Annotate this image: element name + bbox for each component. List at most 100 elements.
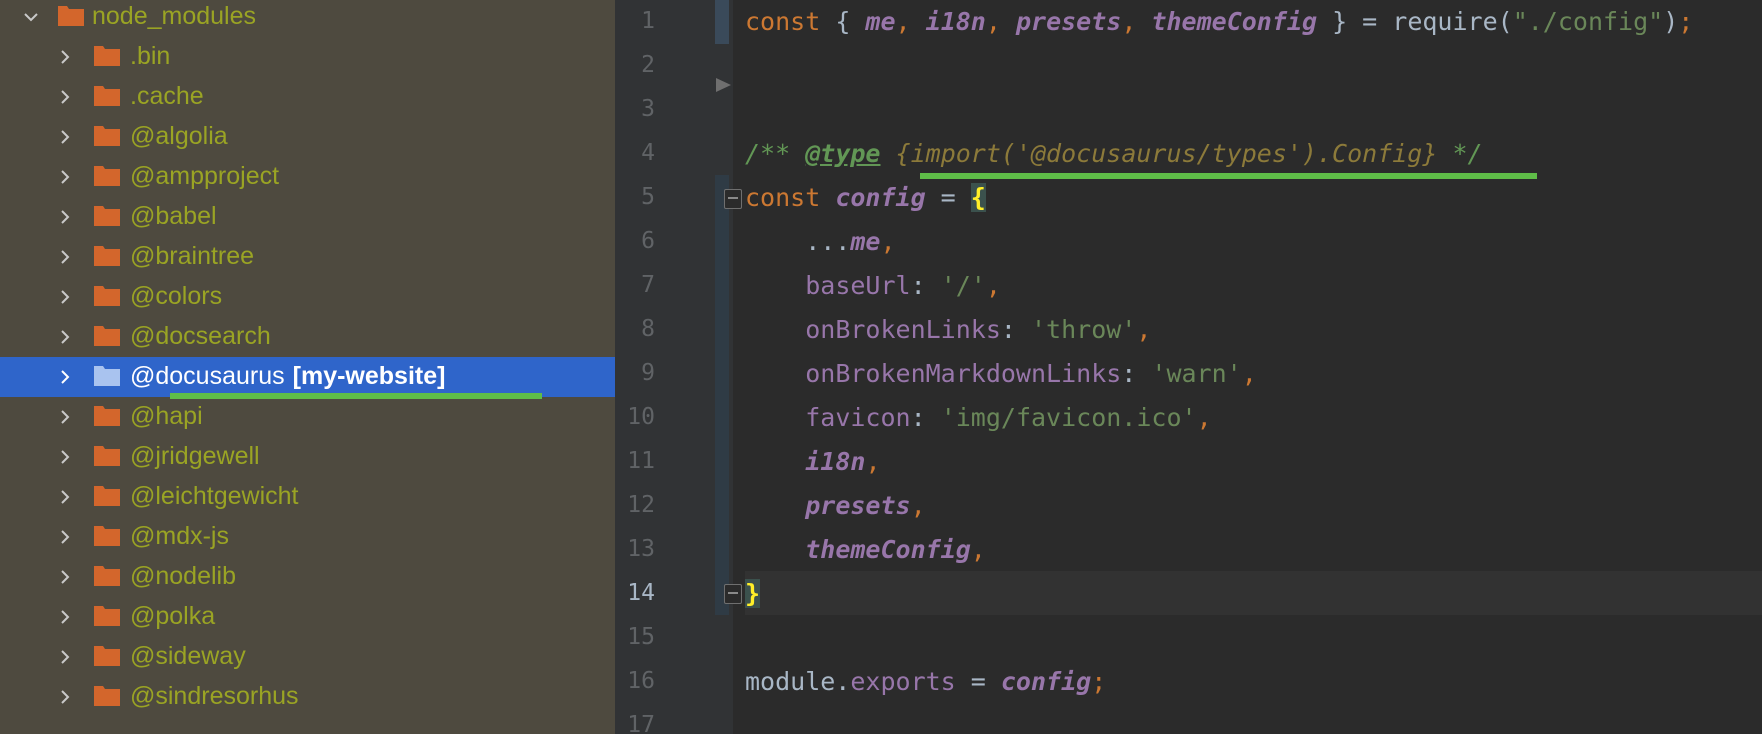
tree-item[interactable]: @polka bbox=[0, 597, 615, 637]
tree-item-name: @braintree bbox=[130, 242, 255, 270]
folder-icon bbox=[94, 46, 120, 66]
tree-item[interactable]: @colors bbox=[0, 277, 615, 317]
line-number: 3 bbox=[641, 96, 655, 122]
chevron-right-icon[interactable] bbox=[56, 688, 74, 706]
line-number: 9 bbox=[641, 360, 655, 386]
tree-item-label: .bin bbox=[130, 40, 170, 72]
line-number: 7 bbox=[641, 272, 655, 298]
tree-item[interactable]: .cache bbox=[0, 77, 615, 117]
folder-icon bbox=[94, 366, 120, 386]
fold-start-icon[interactable] bbox=[724, 189, 742, 209]
chevron-right-icon[interactable] bbox=[56, 568, 74, 586]
folder-icon bbox=[94, 166, 120, 186]
tree-item[interactable]: @sideway bbox=[0, 637, 615, 677]
code-line-8[interactable]: onBrokenLinks: 'throw', bbox=[745, 312, 1151, 348]
chevron-right-icon[interactable] bbox=[56, 328, 74, 346]
tree-item[interactable]: @ampproject bbox=[0, 157, 615, 197]
tree-item[interactable]: @hapi bbox=[0, 397, 615, 437]
folder-icon bbox=[94, 686, 120, 706]
chevron-right-icon[interactable] bbox=[56, 48, 74, 66]
tree-item[interactable]: @sindresorhus bbox=[0, 677, 615, 717]
chevron-right-icon[interactable] bbox=[56, 128, 74, 146]
current-line-highlight bbox=[745, 571, 1762, 615]
line-number: 14 bbox=[627, 580, 655, 606]
emphasis-underline bbox=[920, 173, 1537, 179]
chevron-right-icon[interactable] bbox=[56, 88, 74, 106]
tree-item-label: @jridgewell bbox=[130, 440, 260, 472]
chevron-right-icon[interactable] bbox=[56, 168, 74, 186]
tree-item-label: @docsearch bbox=[130, 320, 271, 352]
code-line-14[interactable]: } bbox=[745, 576, 761, 612]
chevron-right-icon[interactable] bbox=[56, 488, 74, 506]
tree-item-name: @polka bbox=[130, 602, 216, 630]
tree-item-label: @mdx-js bbox=[130, 520, 229, 552]
code-line-11[interactable]: i18n, bbox=[745, 444, 880, 480]
chevron-right-icon[interactable] bbox=[56, 648, 74, 666]
code-editor[interactable]: 1 2 3 4 5 6 7 8 9 10 11 12 13 14 15 16 17 const { me, i1… bbox=[615, 0, 1762, 734]
tree-item[interactable]: @babel bbox=[0, 197, 615, 237]
code-line-9[interactable]: onBrokenMarkdownLinks: 'warn', bbox=[745, 356, 1257, 392]
code-line-4[interactable]: /** @type {import('@docusaurus/types').C… bbox=[745, 136, 1483, 172]
tree-item-name: .cache bbox=[130, 82, 204, 110]
tree-item[interactable]: @nodelib bbox=[0, 557, 615, 597]
code-line-6[interactable]: ...me, bbox=[745, 224, 895, 260]
code-line-5[interactable]: const config = { bbox=[745, 180, 986, 216]
tree-item[interactable]: @jridgewell bbox=[0, 437, 615, 477]
change-marker bbox=[715, 175, 729, 615]
tree-item-name: @algolia bbox=[130, 122, 228, 150]
tree-item-label: .cache bbox=[130, 80, 204, 112]
line-number: 11 bbox=[627, 448, 655, 474]
tree-item[interactable]: @algolia bbox=[0, 117, 615, 157]
tree-item-label: @sideway bbox=[130, 640, 246, 672]
folder-icon bbox=[94, 286, 120, 306]
code-line-12[interactable]: presets, bbox=[745, 488, 925, 524]
line-number: 15 bbox=[627, 624, 655, 650]
line-number: 4 bbox=[641, 140, 655, 166]
line-number: 13 bbox=[627, 536, 655, 562]
tree-item[interactable]: @docusaurus [my-website] bbox=[0, 357, 615, 397]
fold-end-icon[interactable] bbox=[724, 584, 742, 604]
tree-item-name: @hapi bbox=[130, 402, 203, 430]
tree-root-node-modules[interactable]: node_modules bbox=[0, 0, 615, 37]
tree-item-label: @polka bbox=[130, 600, 215, 632]
tree-item[interactable]: .bin bbox=[0, 37, 615, 77]
change-marker bbox=[715, 0, 729, 44]
chevron-right-icon[interactable] bbox=[56, 528, 74, 546]
tree-item[interactable]: @braintree bbox=[0, 237, 615, 277]
line-number: 6 bbox=[641, 228, 655, 254]
tree-item[interactable]: @docsearch bbox=[0, 317, 615, 357]
chevron-right-icon[interactable] bbox=[56, 208, 74, 226]
code-line-16[interactable]: module.exports = config; bbox=[745, 664, 1106, 700]
line-number: 17 bbox=[627, 712, 655, 734]
tree-item-name: @sindresorhus bbox=[130, 682, 299, 710]
chevron-right-icon[interactable] bbox=[56, 408, 74, 426]
chevron-right-icon[interactable] bbox=[56, 368, 74, 386]
tree-item-name: @sideway bbox=[130, 642, 246, 670]
chevron-right-icon[interactable] bbox=[56, 608, 74, 626]
code-line-10[interactable]: favicon: 'img/favicon.ico', bbox=[745, 400, 1211, 436]
tree-item-label: @braintree bbox=[130, 240, 254, 272]
tree-item-name: @mdx-js bbox=[130, 522, 229, 550]
tree-item-name: @colors bbox=[130, 282, 223, 310]
tree-item[interactable]: @leichtgewicht bbox=[0, 477, 615, 517]
tree-item-label: @sindresorhus bbox=[130, 680, 299, 712]
chevron-right-icon[interactable] bbox=[56, 248, 74, 266]
code-line-1[interactable]: const { me, i18n, presets, themeConfig }… bbox=[745, 4, 1693, 40]
code-line-13[interactable]: themeConfig, bbox=[745, 532, 986, 568]
chevron-down-icon[interactable] bbox=[22, 8, 40, 26]
tree-item-label: @colors bbox=[130, 280, 222, 312]
folder-icon bbox=[94, 246, 120, 266]
line-number: 16 bbox=[627, 668, 655, 694]
chevron-right-icon[interactable] bbox=[56, 448, 74, 466]
folder-icon bbox=[94, 126, 120, 146]
play-arrow-icon[interactable] bbox=[715, 77, 733, 93]
tree-item[interactable]: @mdx-js bbox=[0, 517, 615, 557]
tree-item-label: @leichtgewicht bbox=[130, 480, 299, 512]
chevron-right-icon[interactable] bbox=[56, 288, 74, 306]
line-number: 8 bbox=[641, 316, 655, 342]
folder-icon bbox=[58, 6, 84, 26]
tree-item-label: @docusaurus [my-website] bbox=[130, 360, 445, 392]
code-line-7[interactable]: baseUrl: '/', bbox=[745, 268, 1001, 304]
folder-icon bbox=[94, 326, 120, 346]
tree-item-name: @docsearch bbox=[130, 322, 271, 350]
